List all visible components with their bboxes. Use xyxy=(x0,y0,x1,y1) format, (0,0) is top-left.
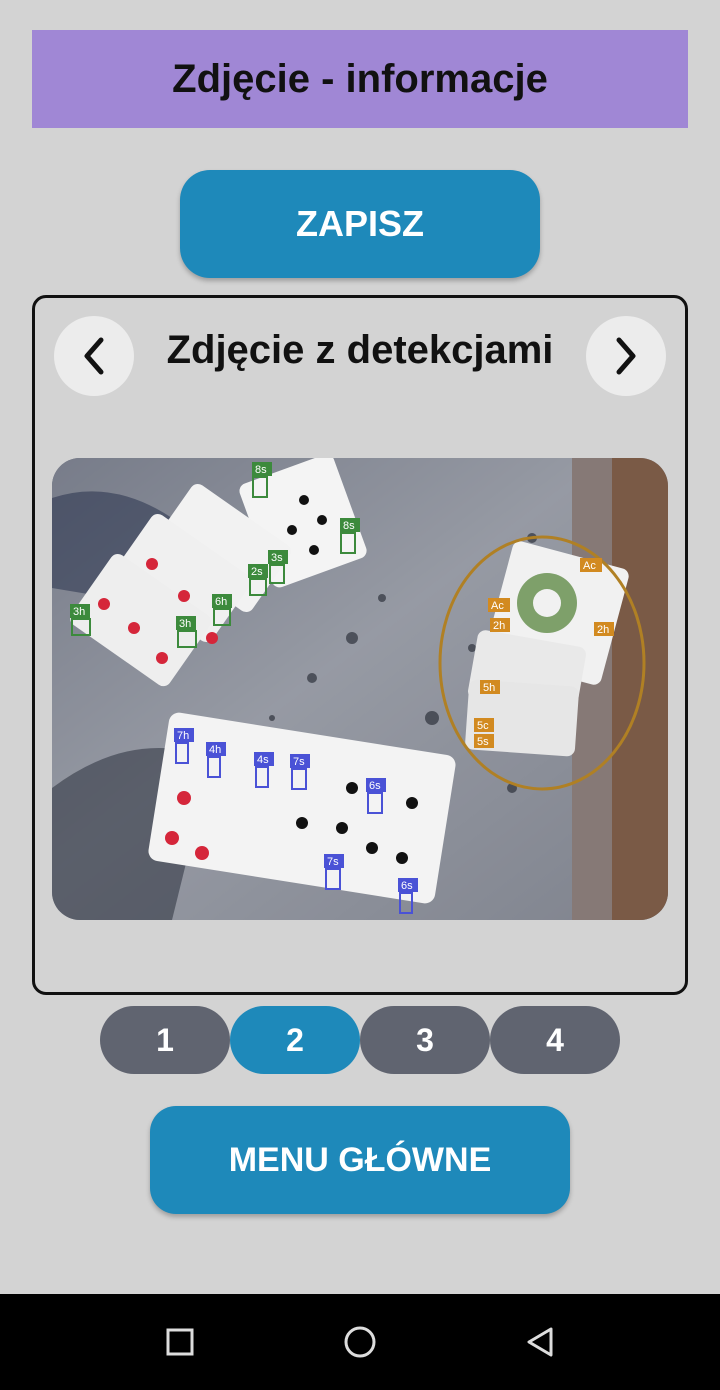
svg-text:3h: 3h xyxy=(179,618,191,630)
svg-text:5s: 5s xyxy=(477,736,489,748)
svg-text:2s: 2s xyxy=(251,566,263,578)
svg-text:6s: 6s xyxy=(369,780,381,792)
page-title: Zdjęcie - informacje xyxy=(172,56,548,101)
svg-text:6h: 6h xyxy=(215,596,227,608)
next-button[interactable] xyxy=(586,316,666,396)
home-icon[interactable] xyxy=(342,1324,378,1360)
detection-photo: 8s 8s 3s 2s 6h 3h 3h Ac Ac 2h 2h 5h 5c 5… xyxy=(52,458,668,920)
svg-text:3s: 3s xyxy=(271,552,283,564)
svg-text:6s: 6s xyxy=(401,880,413,892)
pagination: 1 2 3 4 xyxy=(100,1006,620,1074)
page-button-2[interactable]: 2 xyxy=(230,1006,360,1074)
title-bar: Zdjęcie - informacje xyxy=(32,30,688,128)
svg-text:2h: 2h xyxy=(597,624,609,636)
back-icon[interactable] xyxy=(522,1324,558,1360)
page-button-4[interactable]: 4 xyxy=(490,1006,620,1074)
save-button[interactable]: ZAPISZ xyxy=(180,170,540,278)
svg-text:7s: 7s xyxy=(293,756,305,768)
recent-apps-icon[interactable] xyxy=(162,1324,198,1360)
svg-text:4h: 4h xyxy=(209,744,221,756)
chevron-right-icon xyxy=(616,337,636,375)
svg-text:8s: 8s xyxy=(343,520,355,532)
svg-text:8s: 8s xyxy=(255,464,267,476)
svg-text:5c: 5c xyxy=(477,720,489,732)
svg-text:4s: 4s xyxy=(257,754,269,766)
detection-viewer: Zdjęcie z detekcjami 8s 8s 3s 2s 6h 3h 3… xyxy=(32,295,688,995)
svg-text:3h: 3h xyxy=(73,606,85,618)
svg-text:5h: 5h xyxy=(483,682,495,694)
main-menu-button[interactable]: MENU GŁÓWNE xyxy=(150,1106,570,1214)
svg-text:Ac: Ac xyxy=(491,600,504,612)
svg-text:7s: 7s xyxy=(327,856,339,868)
svg-text:7h: 7h xyxy=(177,730,189,742)
svg-text:Ac: Ac xyxy=(583,560,596,572)
page-button-3[interactable]: 3 xyxy=(360,1006,490,1074)
system-navigation-bar xyxy=(0,1294,720,1390)
page-button-1[interactable]: 1 xyxy=(100,1006,230,1074)
svg-text:2h: 2h xyxy=(493,620,505,632)
